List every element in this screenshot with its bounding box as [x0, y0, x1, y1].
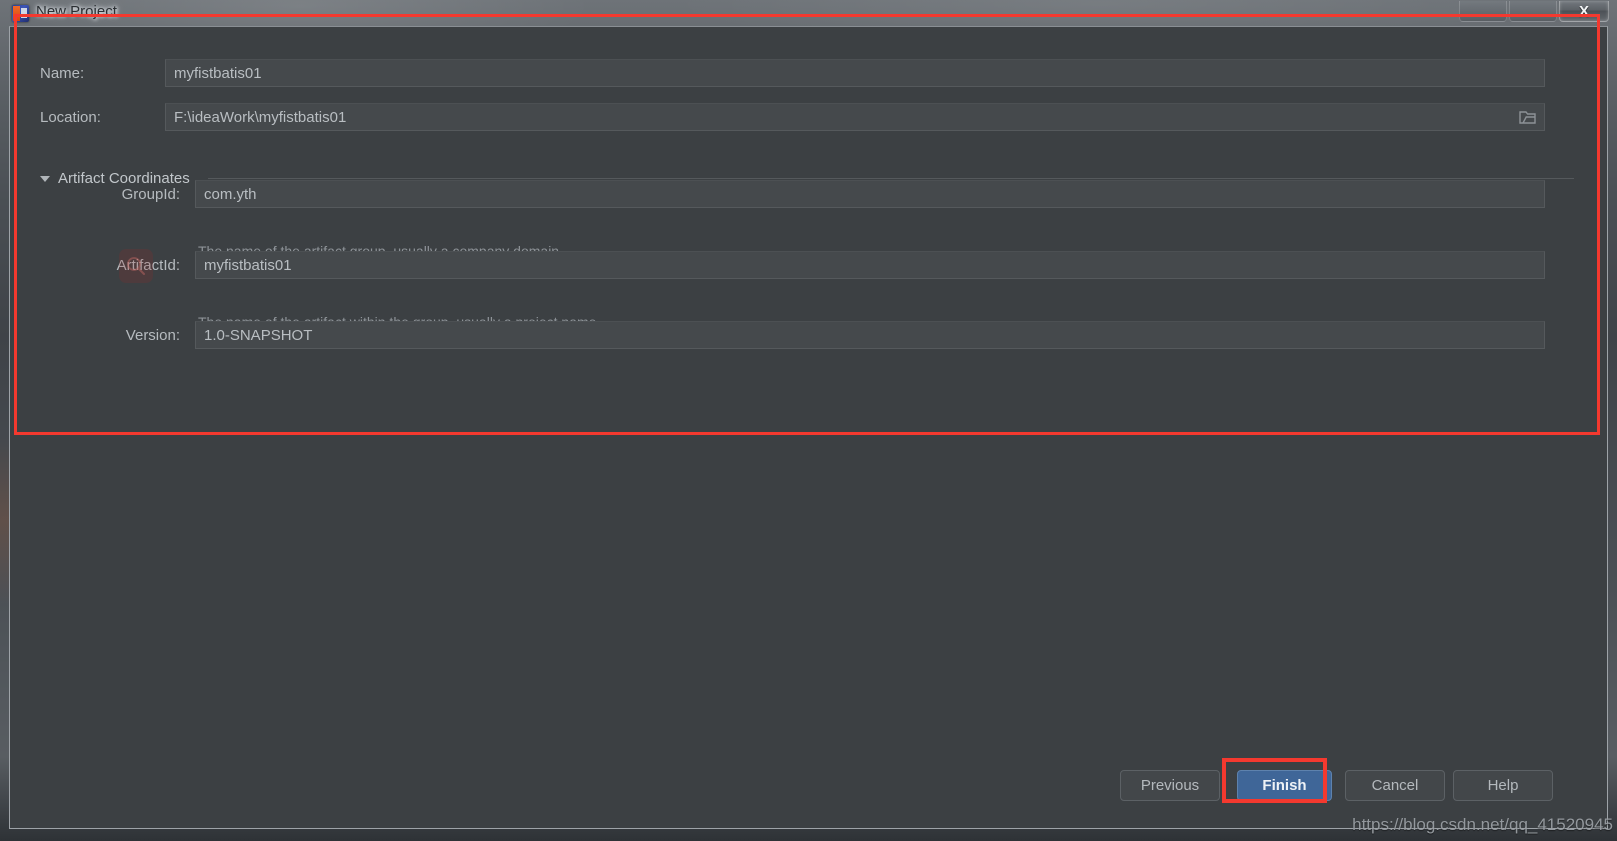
- cancel-button[interactable]: Cancel: [1345, 770, 1445, 801]
- minimize-button[interactable]: [1459, 1, 1507, 22]
- artifact-coordinates-label: Artifact Coordinates: [58, 169, 190, 187]
- finish-button[interactable]: Finish: [1237, 770, 1332, 801]
- artifactid-label: ArtifactId:: [116, 256, 180, 274]
- maximize-button[interactable]: [1509, 1, 1557, 22]
- name-input[interactable]: myfistbatis01: [165, 59, 1545, 87]
- help-button[interactable]: Help: [1453, 770, 1553, 801]
- chevron-down-icon: [40, 176, 50, 182]
- section-divider: [207, 177, 1574, 179]
- groupid-input[interactable]: com.yth: [195, 180, 1545, 208]
- location-input[interactable]: F:\ideaWork\myfistbatis01: [165, 103, 1545, 131]
- location-label: Location:: [40, 108, 101, 126]
- name-label: Name:: [40, 64, 85, 82]
- version-input[interactable]: 1.0-SNAPSHOT: [195, 321, 1545, 349]
- window-title: New Project: [36, 3, 117, 20]
- new-project-dialog: Name: myfistbatis01 Location: F:\ideaWor…: [9, 26, 1608, 829]
- intellij-idea-icon: [12, 5, 29, 22]
- previous-button[interactable]: Previous: [1120, 770, 1220, 801]
- close-icon: X: [1578, 2, 1589, 20]
- artifactid-input[interactable]: myfistbatis01: [195, 251, 1545, 279]
- title-bar[interactable]: New Project X: [0, 0, 1617, 28]
- location-value: F:\ideaWork\myfistbatis01: [174, 108, 347, 126]
- groupid-label: GroupId:: [121, 185, 180, 203]
- version-label: Version:: [125, 326, 180, 344]
- csdn-blog-watermark: https://blog.csdn.net/qq_41520945: [1352, 815, 1613, 834]
- project-form: Name: myfistbatis01 Location: F:\ideaWor…: [10, 27, 1609, 427]
- folder-icon[interactable]: [1519, 110, 1536, 124]
- close-button[interactable]: X: [1559, 1, 1609, 22]
